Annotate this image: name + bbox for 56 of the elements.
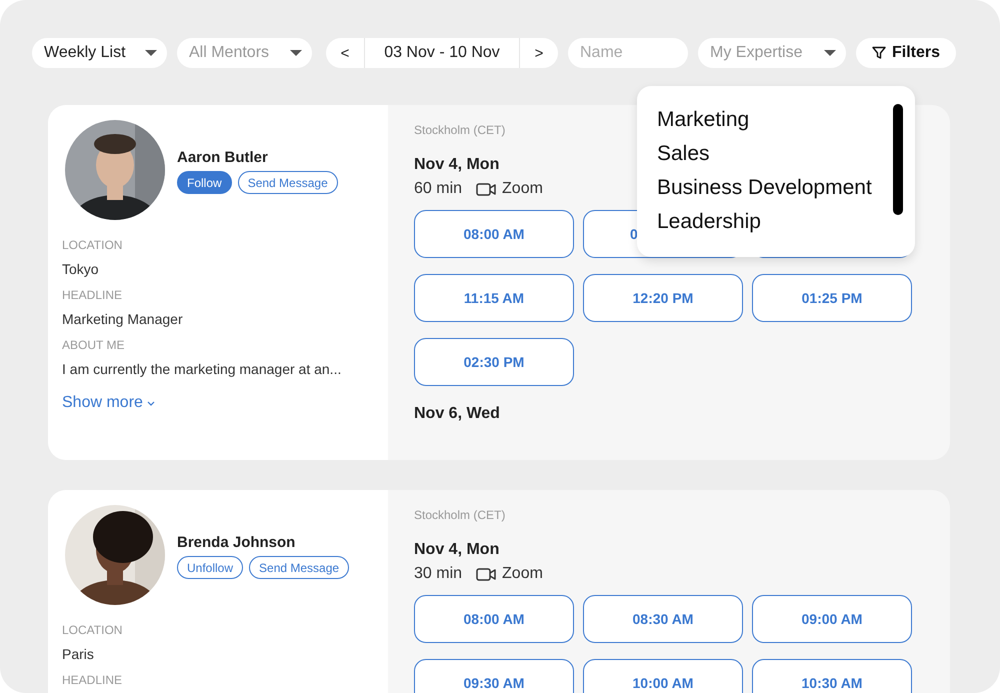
send-message-button[interactable]: Send Message [238,171,338,194]
field-label: LOCATION [62,623,124,637]
follow-button[interactable]: Unfollow [177,556,244,579]
field-label: HEADLINE [62,673,124,687]
platform-label: Zoom [502,180,543,198]
caret-icon [824,50,836,56]
filters-button[interactable]: Filters [856,38,956,68]
filter-icon [872,46,886,60]
mentor-name: Aaron Butler [177,149,269,166]
previous-week-button[interactable]: < [326,38,364,68]
time-slot-button[interactable]: 08:30 AM [583,595,743,643]
video-camera-icon [476,568,496,580]
time-slot-button[interactable]: 01:25 PM [752,274,912,322]
view-dropdown[interactable]: Weekly List [32,38,167,68]
field-label: LOCATION [62,238,124,252]
day-heading: Nov 4, Mon [414,156,500,174]
time-slot-button[interactable]: 10:00 AM [583,659,743,693]
duration-label: 60 min [414,180,462,198]
show-more-link[interactable]: Show more [62,394,155,412]
field-value: Tokyo [62,261,100,277]
duration-label: 30 min [414,565,462,583]
caret-icon [145,50,157,56]
time-slot-button[interactable]: 11:15 AM [414,274,574,322]
field-value: Marketing Manager [62,311,184,327]
send-message-button[interactable]: Send Message [249,556,350,579]
menu-item[interactable]: Marketing [657,108,893,132]
field-value: Paris [62,646,95,662]
field-value: I am currently the marketing manager at an... [62,361,342,377]
caret-icon [290,50,302,56]
next-week-button[interactable]: > [520,38,558,68]
time-slot-button[interactable]: 10:30 AM [752,659,912,693]
timezone-label: Stockholm (CET) [414,123,506,137]
scrollbar[interactable] [893,104,903,215]
mentor-name: Brenda Johnson [177,534,296,551]
menu-item[interactable]: Sales [657,142,893,166]
time-slot-button[interactable]: 08:00 AM [414,595,574,643]
menu-item[interactable]: Leadership [657,210,893,234]
mentor-dropdown[interactable]: All Mentors [177,38,312,68]
expertise-dropdown[interactable]: My Expertise [698,38,846,68]
platform-label: Zoom [502,565,543,583]
time-slot-button[interactable]: 08:00 AM [414,210,574,258]
timezone-label: Stockholm (CET) [414,508,506,522]
time-slot-button[interactable]: 09:00 AM [752,595,912,643]
time-slot-button[interactable]: 12:20 PM [583,274,743,322]
field-label: ABOUT ME [62,338,126,352]
name-field[interactable]: Name [568,38,688,68]
time-slot-button[interactable]: 02:30 PM [414,338,574,386]
time-slot-button[interactable]: 09:30 AM [414,659,574,693]
video-camera-icon [476,182,496,196]
menu-item[interactable]: Business Development [657,176,893,200]
follow-button[interactable]: Follow [177,171,232,194]
date-range-label: 03 Nov - 10 Nov [364,38,520,68]
chevron-icon [146,400,155,406]
day-heading: Nov 6, Wed [414,405,501,423]
day-heading: Nov 4, Mon [414,541,500,559]
field-label: HEADLINE [62,288,124,302]
